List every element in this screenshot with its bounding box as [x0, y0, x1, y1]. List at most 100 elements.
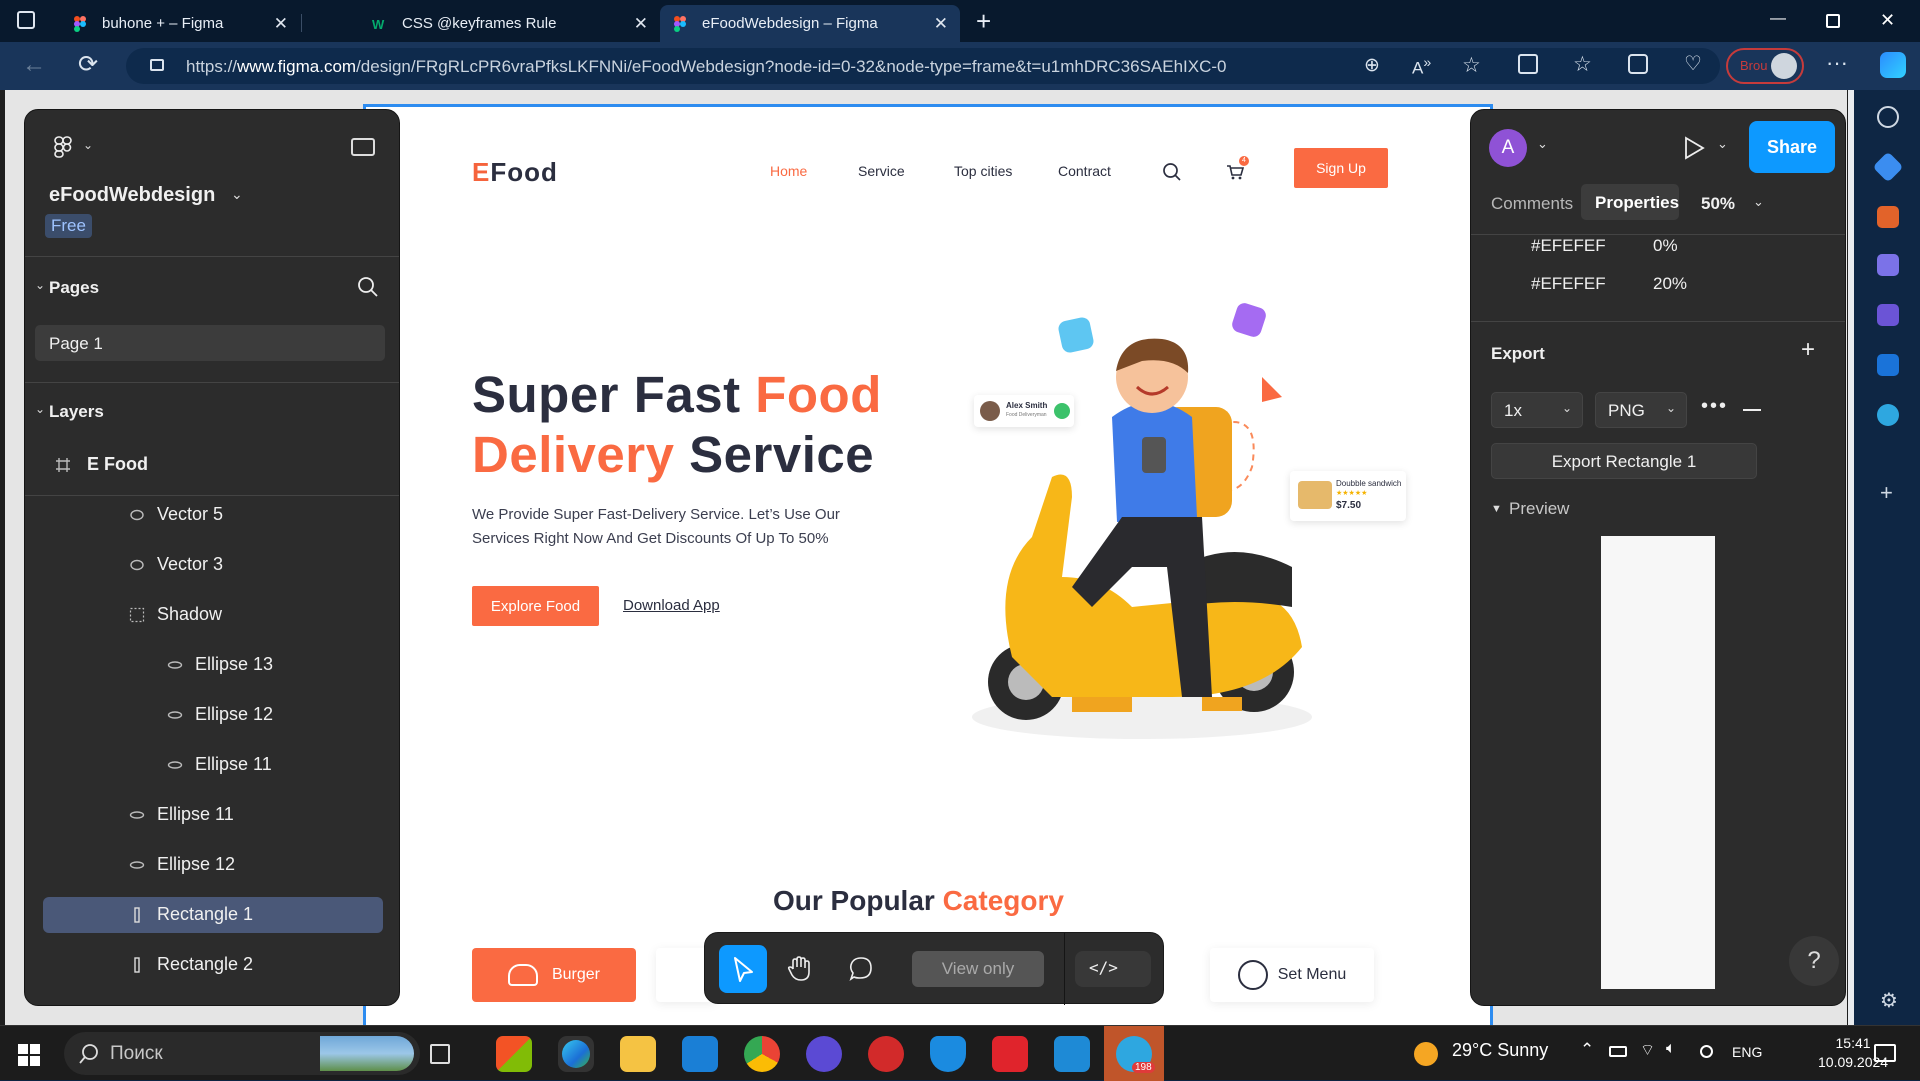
battery-icon[interactable]: [1609, 1046, 1627, 1057]
sidebar-add-icon[interactable]: +: [1880, 480, 1893, 506]
add-export-icon[interactable]: +: [1801, 336, 1815, 364]
fill-opacity[interactable]: 20%: [1653, 274, 1687, 294]
figma-menu-icon[interactable]: [53, 135, 73, 159]
more-options-icon[interactable]: •••: [1701, 395, 1728, 418]
view-only-badge[interactable]: View only: [912, 951, 1044, 987]
mail-icon[interactable]: [682, 1036, 718, 1072]
search-icon[interactable]: [357, 276, 379, 298]
chevron-down-icon[interactable]: ⌄: [231, 186, 243, 203]
new-tab-icon[interactable]: +: [976, 6, 991, 37]
layer-row[interactable]: Rectangle 1: [25, 890, 399, 940]
minimize-icon[interactable]: —: [1770, 10, 1786, 28]
tab-actions-icon[interactable]: [17, 11, 35, 29]
remove-export-icon[interactable]: [1743, 409, 1761, 411]
file-name[interactable]: eFoodWebdesign: [49, 184, 215, 207]
screen-recorder-icon[interactable]: [992, 1036, 1028, 1072]
fill-opacity[interactable]: 0%: [1653, 236, 1678, 256]
tab-properties[interactable]: Properties: [1581, 184, 1679, 220]
tab-comments[interactable]: Comments: [1491, 194, 1573, 214]
pages-heading[interactable]: Pages: [49, 278, 99, 298]
chevron-down-icon[interactable]: ⌄: [35, 278, 45, 292]
volume-icon[interactable]: 🔈︎: [1666, 1040, 1676, 1058]
layer-row[interactable]: Shadow: [25, 590, 399, 640]
sidebar-outlook-icon[interactable]: [1877, 354, 1899, 376]
export-format-select[interactable]: PNG ⌄: [1595, 392, 1687, 428]
sidebar-tools-icon[interactable]: [1877, 206, 1899, 228]
favorites-icon[interactable]: ☆: [1573, 52, 1592, 77]
more-icon[interactable]: ···: [1826, 50, 1848, 76]
close-icon[interactable]: ✕: [274, 14, 288, 34]
page-item-page-1[interactable]: Page 1: [35, 325, 385, 361]
nav-service[interactable]: Service: [858, 163, 905, 179]
url-text[interactable]: https://www.figma.com/design/FRgRLcPR6vr…: [186, 57, 1227, 77]
sidebar-telegram-icon[interactable]: [1877, 404, 1899, 426]
telegram-app[interactable]: 198: [1104, 1026, 1164, 1081]
notification-icon[interactable]: [1874, 1044, 1896, 1062]
task-view-icon[interactable]: [430, 1044, 450, 1064]
layer-row[interactable]: Ellipse 13: [25, 640, 399, 690]
share-button[interactable]: Share: [1749, 121, 1835, 173]
taskbar-search[interactable]: Поиск: [64, 1032, 420, 1075]
fill-hex[interactable]: #EFEFEF: [1531, 236, 1606, 256]
zoom-level[interactable]: 50%: [1701, 194, 1735, 214]
window-close-icon[interactable]: ✕: [1880, 10, 1895, 31]
hand-tool-icon[interactable]: [785, 955, 813, 983]
settings-gear-icon[interactable]: ⚙: [1880, 988, 1898, 1013]
profile-button[interactable]: Brou: [1726, 48, 1804, 84]
tab-css-keyframes[interactable]: W CSS @keyframes Rule ✕: [360, 5, 660, 42]
export-scale-select[interactable]: 1x ⌄: [1491, 392, 1583, 428]
collections-icon[interactable]: [1628, 54, 1648, 74]
explore-food-button[interactable]: Explore Food: [472, 586, 599, 626]
read-aloud-icon[interactable]: A»: [1412, 55, 1431, 79]
input-indicator-icon[interactable]: [1700, 1045, 1713, 1058]
app-red-icon[interactable]: [868, 1036, 904, 1072]
browser-essentials-icon[interactable]: ♡: [1684, 51, 1702, 76]
wifi-icon[interactable]: ⌔: [1640, 1040, 1655, 1060]
microsoft-store-icon[interactable]: [496, 1036, 532, 1072]
preview-heading[interactable]: Preview: [1509, 499, 1569, 519]
file-explorer-icon[interactable]: [620, 1036, 656, 1072]
lock-icon[interactable]: [150, 59, 164, 71]
download-app-link[interactable]: Download App: [623, 597, 720, 614]
export-button[interactable]: Export Rectangle 1: [1491, 443, 1757, 479]
layers-heading[interactable]: Layers: [49, 402, 104, 422]
refresh-icon[interactable]: ⟳: [78, 50, 98, 79]
discord-icon[interactable]: [806, 1036, 842, 1072]
close-icon[interactable]: ✕: [634, 14, 648, 34]
layer-row[interactable]: Vector 5: [25, 490, 399, 540]
nav-top-cities[interactable]: Top cities: [954, 163, 1012, 179]
category-set-menu[interactable]: Set Menu: [1210, 948, 1374, 1002]
nav-contract[interactable]: Contract: [1058, 163, 1111, 179]
address-bar[interactable]: https://www.figma.com/design/FRgRLcPR6vr…: [126, 48, 1720, 84]
layer-row[interactable]: Ellipse 12: [25, 840, 399, 890]
chevron-down-icon[interactable]: ⌄: [83, 138, 93, 152]
chrome-icon[interactable]: [744, 1036, 780, 1072]
move-tool-button[interactable]: [719, 945, 767, 993]
help-button[interactable]: ?: [1789, 936, 1839, 986]
shield-icon[interactable]: [930, 1036, 966, 1072]
dev-mode-toggle[interactable]: </>: [1075, 951, 1151, 987]
favorite-star-icon[interactable]: ☆: [1462, 53, 1481, 78]
fill-hex[interactable]: #EFEFEF: [1531, 274, 1606, 294]
restore-icon[interactable]: [1826, 14, 1840, 28]
tab-efood-figma[interactable]: eFoodWebdesign – Figma ✕: [660, 5, 960, 42]
weather-text[interactable]: 29°C Sunny: [1452, 1040, 1548, 1061]
sidebar-games-icon[interactable]: [1877, 254, 1899, 276]
chevron-down-icon[interactable]: ⌄: [35, 402, 45, 416]
tab-buhone-figma[interactable]: buhone + – Figma ✕: [60, 5, 300, 42]
sidebar-office-icon[interactable]: [1877, 304, 1899, 326]
chevron-down-icon[interactable]: ⌄: [1717, 136, 1728, 152]
close-icon[interactable]: ✕: [934, 14, 948, 34]
split-screen-icon[interactable]: [1518, 54, 1538, 74]
layer-row[interactable]: Rectangle 2: [25, 940, 399, 990]
caret-down-icon[interactable]: ▼: [1491, 503, 1502, 515]
layer-row[interactable]: E Food: [25, 440, 399, 490]
chevron-down-icon[interactable]: ⌄: [1537, 136, 1548, 152]
comment-tool-icon[interactable]: [847, 955, 875, 983]
vscode-icon[interactable]: [1054, 1036, 1090, 1072]
back-icon[interactable]: ←: [22, 51, 46, 79]
sidebar-search-icon[interactable]: [1877, 106, 1899, 128]
sidebar-tag-icon[interactable]: [1872, 151, 1904, 183]
language-indicator[interactable]: ENG: [1732, 1044, 1762, 1060]
windows-start-icon[interactable]: [18, 1044, 40, 1066]
